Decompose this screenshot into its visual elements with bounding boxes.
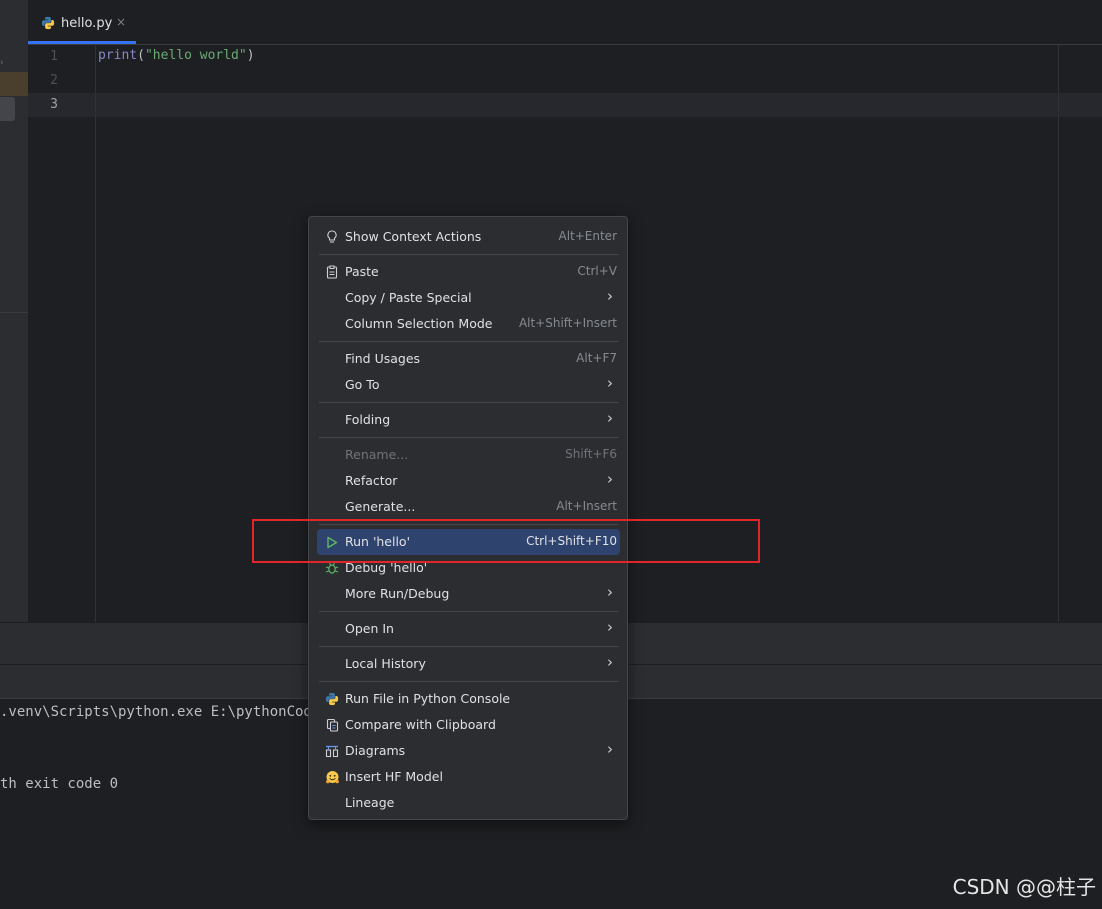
console-line-1: .venv\Scripts\python.exe E:\pythonCode — [0, 704, 321, 720]
menu-item-label: Lineage — [345, 795, 395, 810]
code-function-token: print — [98, 48, 138, 63]
tab-close-icon[interactable]: × — [116, 15, 126, 29]
menu-item-shortcut: Alt+Shift+Insert — [518, 316, 617, 330]
menu-separator — [319, 402, 619, 403]
submenu-arrow-icon: › — [607, 618, 613, 636]
menu-item-find-usages[interactable]: Find Usages Alt+F7 — [317, 346, 620, 372]
menu-item-label: Paste — [345, 264, 379, 279]
clipboard-icon — [324, 264, 340, 280]
menu-item-label: Folding — [345, 412, 391, 427]
menu-separator — [319, 254, 619, 255]
console-line-2: th exit code 0 — [0, 776, 119, 792]
submenu-arrow-icon: › — [607, 409, 613, 427]
menu-item-generate[interactable]: Generate... Alt+Insert — [317, 494, 620, 520]
menu-item-go-to[interactable]: Go To › — [317, 372, 620, 398]
menu-separator — [319, 681, 619, 682]
menu-item-insert-hf-model[interactable]: Insert HF Model — [317, 764, 620, 790]
menu-item-label: Find Usages — [345, 351, 421, 366]
menu-item-label: Local History — [345, 656, 426, 671]
menu-separator — [319, 341, 619, 342]
active-tab-indicator — [28, 41, 136, 44]
menu-item-label: Insert HF Model — [345, 769, 443, 784]
lightbulb-icon — [324, 229, 340, 245]
menu-item-label: Open In — [345, 621, 394, 636]
line-number-2: 2 — [50, 73, 58, 88]
submenu-arrow-icon: › — [607, 287, 613, 305]
code-string-token: "hello world" — [144, 48, 247, 63]
python-file-icon — [41, 16, 55, 30]
tab-hello-py[interactable]: hello.py × — [28, 0, 136, 44]
menu-item-label: Column Selection Mode — [345, 316, 493, 331]
menu-item-rename[interactable]: Rename... Shift+F6 — [317, 442, 620, 468]
left-strip-highlight — [0, 72, 28, 96]
code-paren-close: ) — [246, 48, 255, 63]
menu-item-label: Copy / Paste Special — [345, 290, 472, 305]
python-icon — [324, 691, 340, 707]
menu-separator — [319, 646, 619, 647]
tab-label: hello.py — [61, 16, 113, 31]
menu-item-label: More Run/Debug — [345, 586, 450, 601]
menu-item-shortcut: Ctrl+V — [577, 264, 617, 278]
menu-item-label: Go To — [345, 377, 380, 392]
line-number-gutter: 1 2 3 — [28, 45, 96, 622]
menu-item-run-file-in-python-console[interactable]: Run File in Python Console — [317, 686, 620, 712]
left-tool-strip: › — [0, 0, 28, 622]
menu-item-refactor[interactable]: Refactor › — [317, 468, 620, 494]
annotation-highlight-box — [252, 519, 760, 563]
submenu-arrow-icon: › — [607, 740, 613, 758]
line-number-1: 1 — [50, 49, 58, 64]
menu-item-column-selection-mode[interactable]: Column Selection Mode Alt+Shift+Insert — [317, 311, 620, 337]
menu-item-copy-paste-special[interactable]: Copy / Paste Special › — [317, 285, 620, 311]
submenu-arrow-icon: › — [607, 653, 613, 671]
current-line-highlight — [28, 93, 1102, 117]
menu-item-compare-with-clipboard[interactable]: Compare with Clipboard — [317, 712, 620, 738]
diagram-icon — [324, 743, 340, 759]
menu-item-shortcut: Alt+F7 — [576, 351, 617, 365]
menu-item-folding[interactable]: Folding › — [317, 407, 620, 433]
submenu-arrow-icon: › — [607, 374, 613, 392]
menu-item-label: Rename... — [345, 447, 409, 462]
menu-item-local-history[interactable]: Local History › — [317, 651, 620, 677]
left-strip-selected[interactable] — [0, 97, 15, 121]
editor-tab-bar: hello.py × — [28, 0, 1102, 45]
line-number-3: 3 — [50, 97, 58, 112]
menu-item-shortcut: Alt+Insert — [556, 499, 617, 513]
menu-item-more-run-debug[interactable]: More Run/Debug › — [317, 581, 620, 607]
left-strip-divider — [0, 312, 28, 313]
editor-context-menu: Show Context Actions Alt+Enter Paste Ctr… — [308, 216, 628, 820]
menu-item-label: Show Context Actions — [345, 229, 482, 244]
menu-item-label: Refactor — [345, 473, 398, 488]
menu-item-lineage[interactable]: Lineage — [317, 790, 620, 816]
menu-item-label: Compare with Clipboard — [345, 717, 496, 732]
collapse-chevron-icon[interactable]: › — [0, 58, 4, 68]
code-line-1[interactable]: print("hello world") — [98, 48, 255, 63]
menu-item-label: Generate... — [345, 499, 416, 514]
compare-icon — [324, 717, 340, 733]
menu-item-paste[interactable]: Paste Ctrl+V — [317, 259, 620, 285]
watermark: CSDN @@柱子 — [952, 875, 1096, 899]
menu-item-label: Run File in Python Console — [345, 691, 511, 706]
submenu-arrow-icon: › — [607, 583, 613, 601]
menu-item-diagrams[interactable]: Diagrams › — [317, 738, 620, 764]
submenu-arrow-icon: › — [607, 470, 613, 488]
menu-separator — [319, 437, 619, 438]
menu-item-label: Diagrams — [345, 743, 406, 758]
menu-item-open-in[interactable]: Open In › — [317, 616, 620, 642]
menu-item-show-context-actions[interactable]: Show Context Actions Alt+Enter — [317, 224, 620, 250]
menu-item-shortcut: Shift+F6 — [565, 447, 617, 461]
huggingface-icon — [324, 769, 340, 785]
code-paren-open: ( — [137, 48, 145, 63]
right-margin-guide — [1058, 45, 1059, 622]
menu-separator — [319, 611, 619, 612]
menu-item-shortcut: Alt+Enter — [558, 229, 617, 243]
